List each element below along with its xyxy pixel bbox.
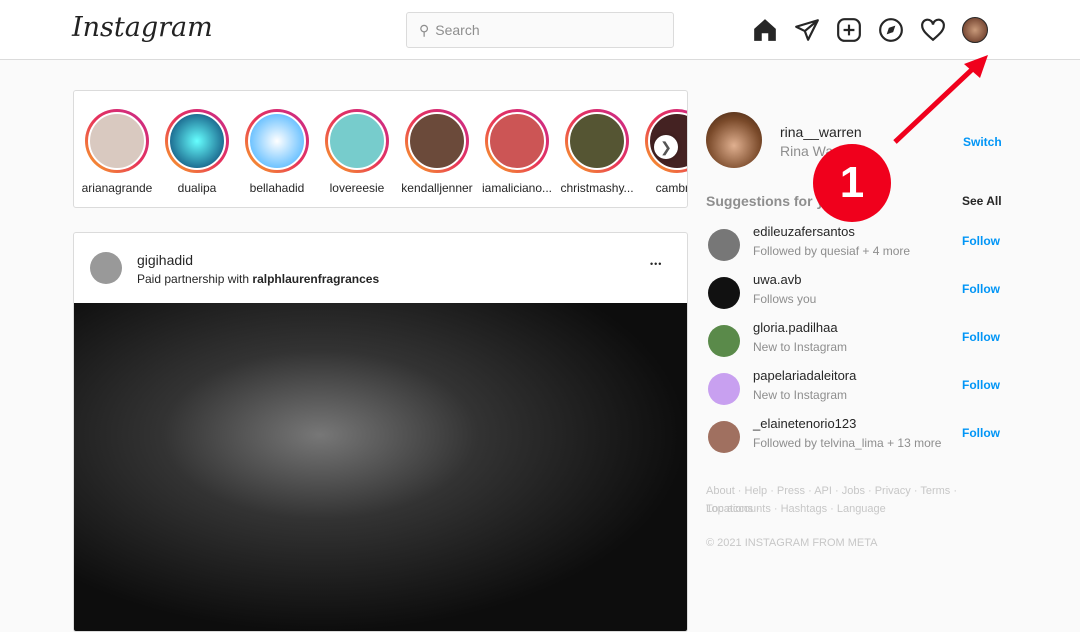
instagram-logo[interactable]: Instagram [72, 12, 213, 43]
annotation-badge: 1 [813, 144, 891, 222]
suggestion-item: gloria.padilhaa New to Instagram Follow [706, 320, 1006, 360]
footer-links-2[interactable]: Top accounts · Hashtags · Language [706, 500, 1006, 518]
suggestion-avatar[interactable] [708, 325, 740, 357]
direct-message-icon[interactable] [794, 17, 820, 43]
search-input[interactable]: ⚲ Search [406, 12, 674, 48]
suggestion-avatar[interactable] [708, 277, 740, 309]
profile-avatar[interactable] [962, 17, 988, 43]
suggestion-reason: New to Instagram [753, 340, 848, 354]
story-item[interactable]: lovereesie [317, 109, 397, 195]
story-name: arianagrande [81, 181, 153, 195]
post-image[interactable] [74, 303, 687, 631]
suggestion-reason: Follows you [753, 292, 817, 306]
follow-button[interactable]: Follow [962, 426, 1000, 440]
post-username[interactable]: gigihadid [137, 252, 193, 268]
follow-button[interactable]: Follow [962, 378, 1000, 392]
suggestion-avatar[interactable] [708, 229, 740, 261]
stories-tray: arianagrande dualipa bellahadid loverees… [73, 90, 688, 208]
new-post-icon[interactable] [836, 17, 862, 43]
suggestion-avatar[interactable] [708, 421, 740, 453]
story-item[interactable]: iamaliciano... [477, 109, 557, 195]
story-name: bellahadid [249, 181, 305, 195]
more-options-icon[interactable]: ••• [650, 259, 662, 269]
profile-username[interactable]: rina__warren [780, 124, 862, 140]
suggestion-item: papelariadaleitora New to Instagram Follow [706, 368, 1006, 408]
subtitle-prefix: Paid partnership with [137, 272, 253, 286]
story-name: christmashy... [560, 181, 634, 195]
search-icon: ⚲ [419, 21, 430, 38]
suggestion-avatar[interactable] [708, 373, 740, 405]
story-name: lovereesie [329, 181, 385, 195]
post-subtitle: Paid partnership with ralphlaurenfragran… [137, 272, 379, 286]
copyright: © 2021 INSTAGRAM FROM META [706, 537, 878, 549]
suggestion-item: edileuzafersantos Followed by quesiaf + 4… [706, 224, 1006, 264]
suggestion-username[interactable]: edileuzafersantos [753, 224, 855, 239]
suggestion-reason: Followed by quesiaf + 4 more [753, 244, 911, 258]
suggestion-reason: New to Instagram [753, 388, 848, 402]
next-stories-button[interactable]: ❯ [654, 135, 678, 159]
heart-icon[interactable] [920, 17, 946, 43]
story-name: iamaliciano... [481, 181, 553, 195]
suggestion-username[interactable]: gloria.padilhaa [753, 320, 838, 335]
see-all-link[interactable]: See All [962, 194, 1002, 208]
story-item[interactable]: christmashy... [557, 109, 637, 195]
post-author-avatar[interactable] [90, 252, 122, 284]
story-item[interactable]: kendalljenner [397, 109, 477, 195]
story-name: dualipa [177, 181, 217, 195]
suggestion-username[interactable]: papelariadaleitora [753, 368, 856, 383]
suggestion-reason: Followed by telvina_lima + 13 more [753, 436, 942, 450]
follow-button[interactable]: Follow [962, 234, 1000, 248]
suggestion-item: _elainetenorio123 Followed by telvina_lim… [706, 416, 1006, 456]
partner-link[interactable]: ralphlaurenfragrances [252, 272, 379, 286]
follow-button[interactable]: Follow [962, 282, 1000, 296]
feed-post: gigihadid Paid partnership with ralphlau… [73, 232, 688, 632]
suggestion-username[interactable]: uwa.avb [753, 272, 801, 287]
suggestion-username[interactable]: _elainetenorio123 [753, 416, 856, 431]
story-item[interactable]: arianagrande [77, 109, 157, 195]
home-icon[interactable] [752, 17, 778, 43]
story-name: cambria [655, 181, 688, 195]
search-placeholder: Search [435, 22, 480, 38]
follow-button[interactable]: Follow [962, 330, 1000, 344]
explore-icon[interactable] [878, 17, 904, 43]
story-name: kendalljenner [401, 181, 473, 195]
profile-avatar-large[interactable] [706, 112, 762, 168]
story-item[interactable]: dualipa [157, 109, 237, 195]
story-item[interactable]: bellahadid [237, 109, 317, 195]
annotation-arrow-icon [893, 55, 988, 144]
suggestion-item: uwa.avb Follows you Follow [706, 272, 1006, 312]
